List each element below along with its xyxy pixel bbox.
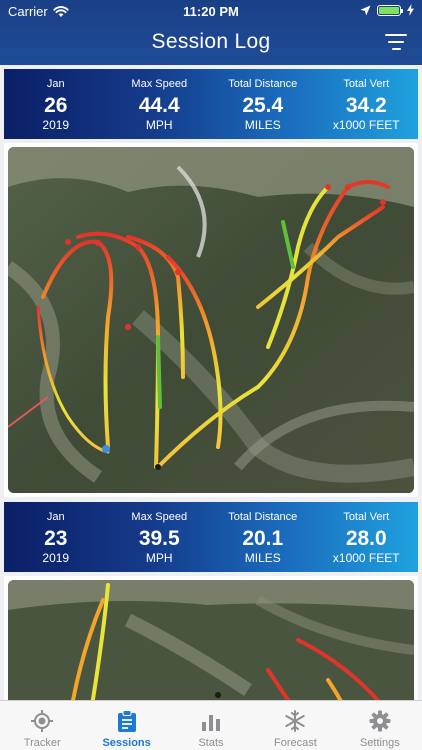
tab-tracker[interactable]: Tracker	[0, 701, 84, 750]
tab-label: Settings	[359, 737, 400, 749]
session-map-container	[4, 576, 418, 700]
session-map[interactable]	[8, 147, 414, 493]
max-speed-unit: MPH	[145, 551, 173, 565]
snowflake-icon	[283, 709, 307, 733]
battery-icon	[377, 4, 403, 16]
distance-stat: Total Distance 25.4 MILES	[211, 69, 315, 139]
vert-stat: Total Vert 34.2 x1000 FEET	[315, 69, 419, 139]
vert-value: 34.2	[345, 94, 387, 117]
bar-chart-icon	[199, 709, 223, 733]
location-arrow-icon	[360, 5, 371, 15]
session-month: Jan	[46, 78, 65, 90]
vert-unit: x1000 FEET	[332, 118, 400, 132]
status-time: 11:20 PM	[183, 4, 239, 19]
app-header: Carrier 11:20 PM Session Log	[0, 0, 422, 65]
tab-bar: Tracker Sessions Stats Forecast Settings	[0, 700, 422, 750]
distance-value: 25.4	[242, 94, 284, 117]
vert-value: 28.0	[345, 527, 387, 550]
clipboard-icon	[115, 709, 139, 733]
session-card[interactable]: Jan 26 2019 Max Speed 44.4 MPH Total Dis…	[4, 69, 418, 497]
filter-button[interactable]	[384, 32, 408, 52]
max-speed-unit: MPH	[145, 118, 173, 132]
distance-label: Total Distance	[228, 511, 298, 523]
distance-stat: Total Distance 20.1 MILES	[211, 502, 315, 572]
tab-sessions[interactable]: Sessions	[84, 701, 168, 750]
session-stats-bar: Jan 23 2019 Max Speed 39.5 MPH Total Dis…	[4, 502, 418, 572]
page-title: Session Log	[151, 30, 271, 53]
session-date: Jan 23 2019	[4, 502, 108, 572]
tab-label: Forecast	[274, 737, 317, 749]
tab-stats[interactable]: Stats	[169, 701, 253, 750]
max-speed-value: 44.4	[138, 94, 180, 117]
session-map-container	[4, 143, 418, 497]
session-stats-bar: Jan 26 2019 Max Speed 44.4 MPH Total Dis…	[4, 69, 418, 139]
session-year: 2019	[42, 551, 70, 565]
max-speed-label: Max Speed	[131, 511, 188, 523]
session-day: 23	[44, 527, 68, 550]
session-date: Jan 26 2019	[4, 69, 108, 139]
status-bar: Carrier 11:20 PM	[0, 0, 422, 22]
session-day: 26	[44, 94, 68, 117]
session-list[interactable]: Jan 26 2019 Max Speed 44.4 MPH Total Dis…	[0, 65, 422, 700]
vert-stat: Total Vert 28.0 x1000 FEET	[315, 502, 419, 572]
gear-icon	[368, 709, 392, 733]
max-speed-label: Max Speed	[131, 78, 188, 90]
tab-label: Stats	[198, 737, 224, 749]
session-map[interactable]	[8, 580, 414, 700]
vert-label: Total Vert	[343, 78, 390, 90]
vert-label: Total Vert	[343, 511, 390, 523]
distance-unit: MILES	[244, 551, 281, 565]
tab-settings[interactable]: Settings	[338, 701, 422, 750]
max-speed-stat: Max Speed 39.5 MPH	[108, 502, 212, 572]
session-card[interactable]: Jan 23 2019 Max Speed 39.5 MPH Total Dis…	[4, 502, 418, 700]
tab-label: Tracker	[23, 737, 61, 749]
session-year: 2019	[42, 118, 70, 132]
session-month: Jan	[46, 511, 65, 523]
tab-forecast[interactable]: Forecast	[253, 701, 337, 750]
vert-unit: x1000 FEET	[332, 551, 400, 565]
crosshair-icon	[30, 709, 54, 733]
charging-bolt-icon	[407, 4, 414, 16]
max-speed-stat: Max Speed 44.4 MPH	[108, 69, 212, 139]
max-speed-value: 39.5	[138, 527, 180, 550]
distance-label: Total Distance	[228, 78, 298, 90]
distance-unit: MILES	[244, 118, 281, 132]
distance-value: 20.1	[242, 527, 284, 550]
tab-label: Sessions	[102, 737, 151, 749]
